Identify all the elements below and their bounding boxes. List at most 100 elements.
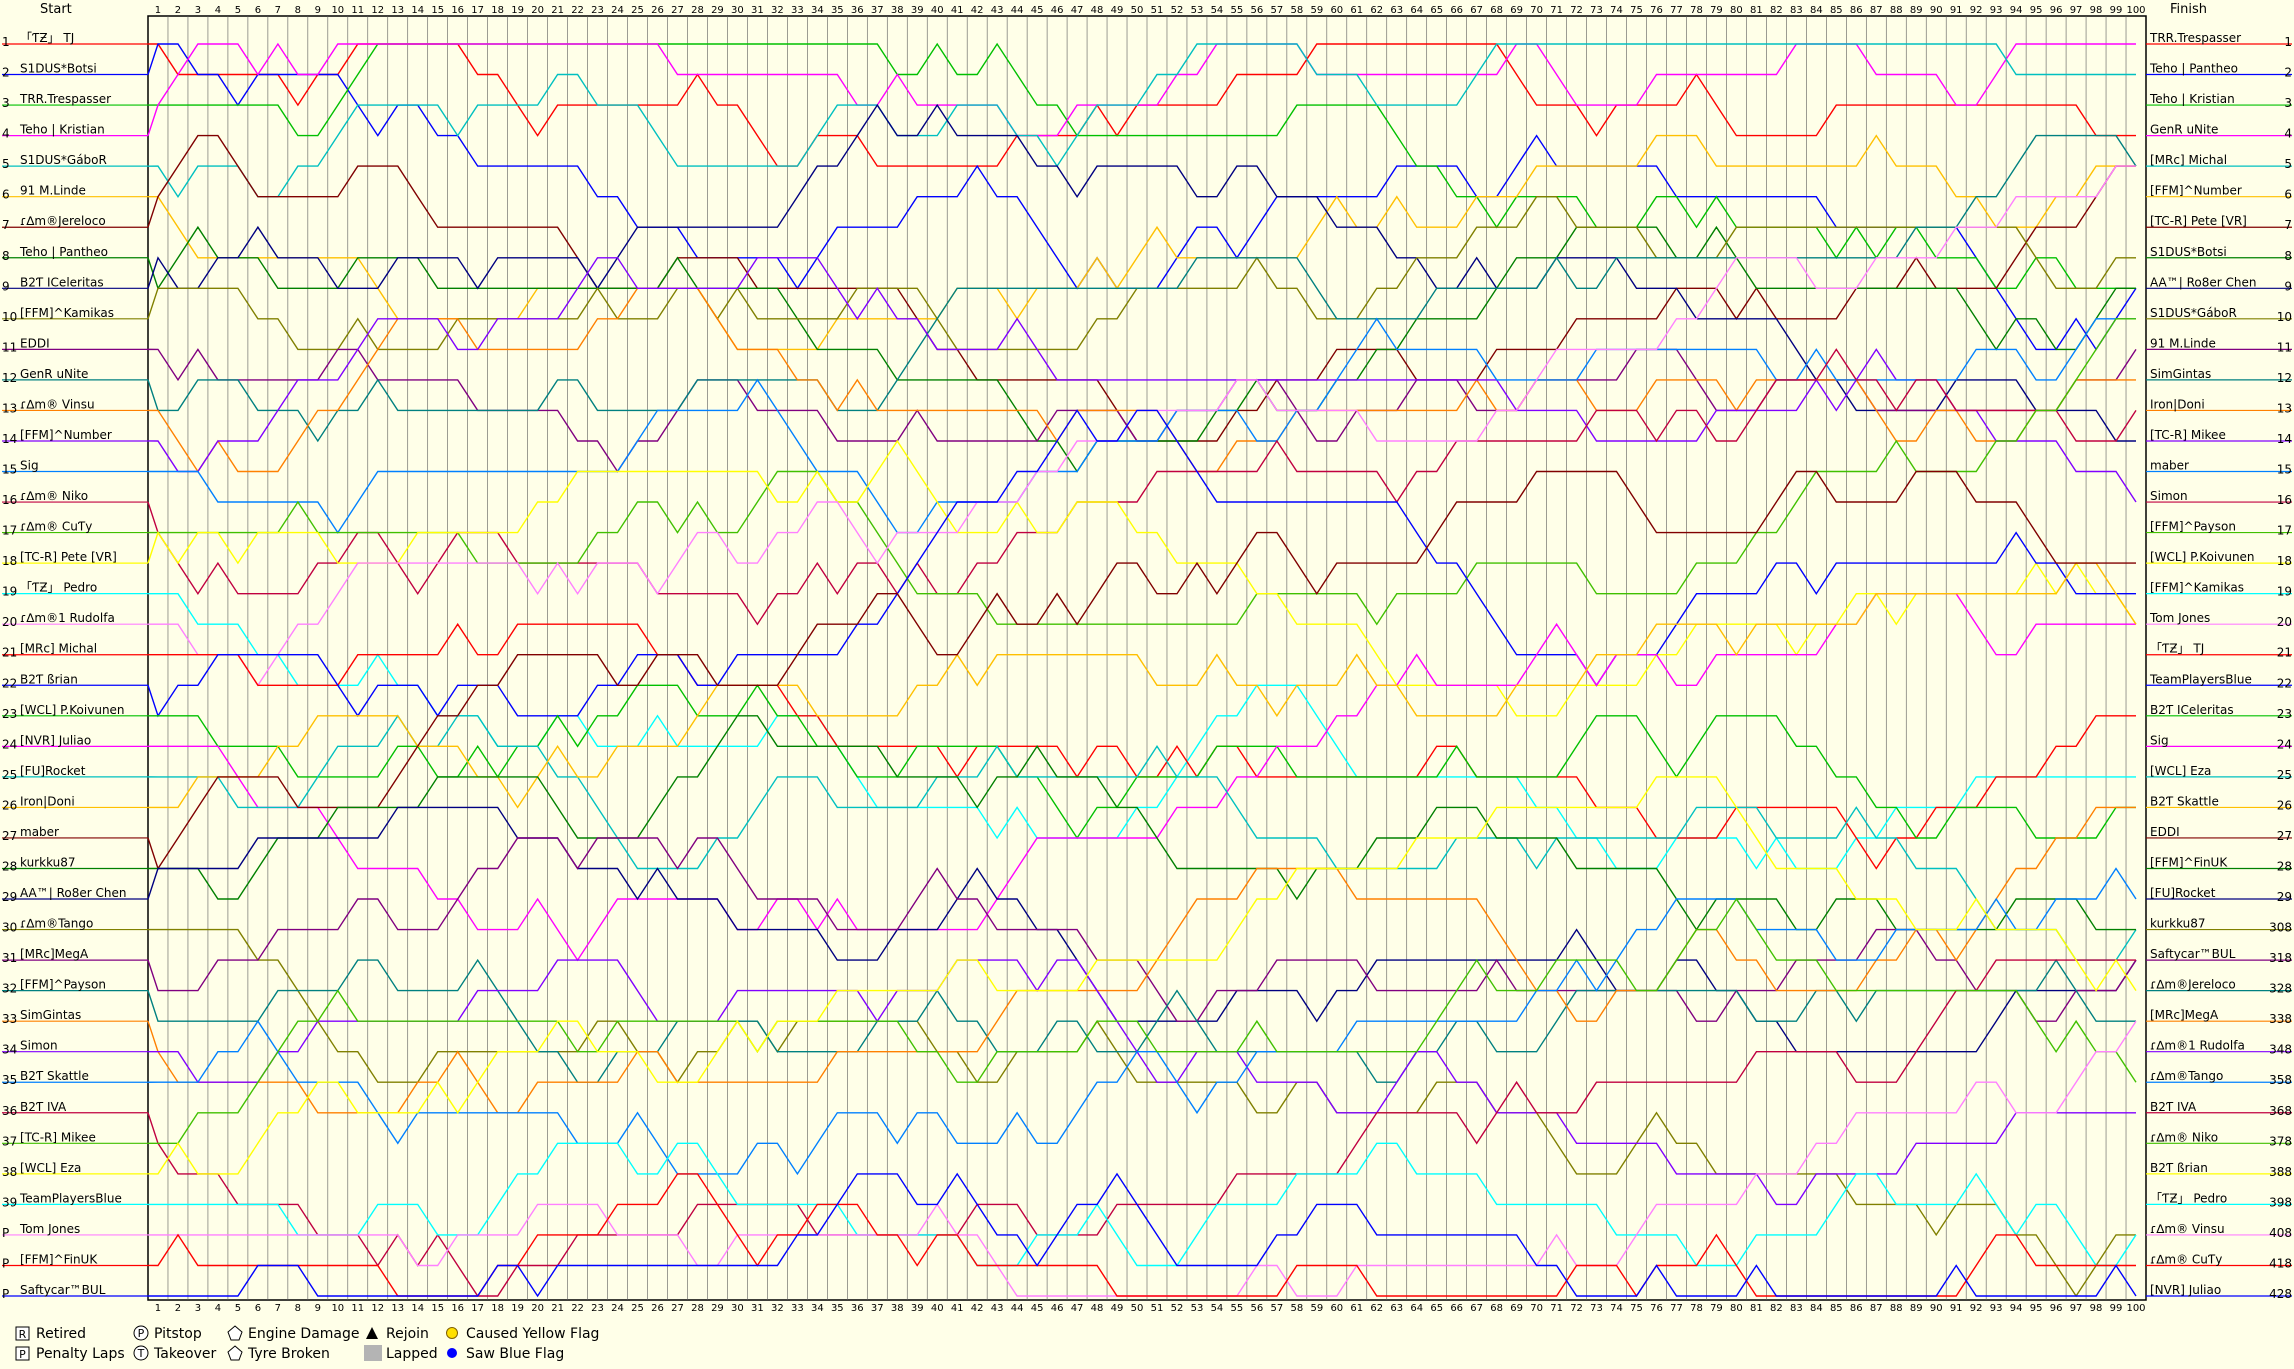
lap-tick-top: 42 (971, 5, 984, 16)
start-position: P (2, 1226, 9, 1240)
lap-tick-top: 50 (1131, 5, 1144, 16)
start-position: 20 (2, 615, 17, 629)
lap-tick-top: 75 (1630, 5, 1643, 16)
lap-tick-top: 47 (1071, 5, 1084, 16)
lap-tick-top: 30 (731, 5, 744, 16)
lap-tick-bottom: 38 (891, 1303, 904, 1314)
finish-position: 10 (2277, 310, 2292, 324)
lap-tick-bottom: 16 (451, 1303, 464, 1314)
lap-tick-bottom: 17 (471, 1303, 484, 1314)
lap-tick-bottom: 97 (2070, 1303, 2083, 1314)
finish-driver-name: kurkku87 (2150, 917, 2206, 931)
lap-tick-bottom: 8 (295, 1303, 301, 1314)
lap-tick-top: 98 (2090, 5, 2103, 16)
lap-tick-bottom: 90 (1930, 1303, 1943, 1314)
finish-position: 408 (2269, 1226, 2292, 1240)
start-position: 17 (2, 524, 17, 538)
lap-tick-bottom: 79 (1710, 1303, 1723, 1314)
lap-tick-bottom: 52 (1171, 1303, 1184, 1314)
legend-label: Pitstop (154, 1326, 202, 1342)
start-driver-name: maber (20, 825, 59, 839)
lap-tick-top: 4 (215, 5, 221, 16)
lap-tick-bottom: 11 (351, 1303, 364, 1314)
start-position: 22 (2, 676, 17, 690)
lap-tick-bottom: 28 (691, 1303, 704, 1314)
finish-driver-name: ɾ∆m®Tango (2150, 1069, 2223, 1083)
finish-driver-name: [MRc]MegA (2150, 1008, 2219, 1022)
start-driver-name: 「ƬƵ」 TJ (20, 31, 74, 45)
lap-tick-top: 38 (891, 5, 904, 16)
finish-position: 18 (2277, 554, 2292, 568)
lap-tick-bottom: 21 (551, 1303, 564, 1314)
start-driver-name: [FFM]^Kamikas (20, 306, 114, 320)
finish-position: 26 (2277, 798, 2292, 812)
legend-letter-icon: T (137, 1347, 145, 1360)
finish-position: 19 (2277, 585, 2292, 599)
finish-position: 2 (2284, 66, 2292, 80)
finish-position: 25 (2277, 768, 2292, 782)
finish-driver-name: ɾ∆m®1 Rudolfa (2150, 1039, 2245, 1053)
start-position: P (2, 1287, 9, 1301)
lap-tick-bottom: 23 (591, 1303, 604, 1314)
finish-driver-name: B2Ƭ ßrian (2150, 1161, 2208, 1175)
lap-tick-top: 6 (255, 5, 261, 16)
start-header: Start (40, 2, 72, 17)
finish-driver-name: 「ƬƵ」 Pedro (2150, 1191, 2227, 1205)
chart-svg: Start Finish 112233445566778899101011111… (2, 2, 2292, 1362)
lap-tick-top: 20 (531, 5, 544, 16)
start-driver-name: B2Ƭ Skattle (20, 1069, 89, 1083)
lap-tick-bottom: 44 (1011, 1303, 1024, 1314)
lap-tick-top: 48 (1091, 5, 1104, 16)
lap-tick-bottom: 9 (315, 1303, 321, 1314)
lap-tick-bottom: 75 (1630, 1303, 1643, 1314)
lap-tick-bottom: 47 (1071, 1303, 1084, 1314)
finish-position: 27 (2277, 829, 2292, 843)
lap-tick-bottom: 33 (791, 1303, 804, 1314)
start-position: 16 (2, 493, 17, 507)
lap-tick-top: 80 (1730, 5, 1743, 16)
finish-driver-name: S1DUS*Botsi (2150, 245, 2227, 259)
finish-position: 1 (2284, 35, 2292, 49)
start-position: 27 (2, 829, 17, 843)
finish-position: 388 (2269, 1165, 2292, 1179)
finish-driver-name: Tom Jones (2149, 611, 2210, 625)
lap-tick-bottom: 78 (1690, 1303, 1703, 1314)
lap-tick-bottom: 70 (1530, 1303, 1543, 1314)
lap-tick-top: 55 (1231, 5, 1244, 16)
finish-driver-name: B2Ƭ ICeleritas (2150, 703, 2234, 717)
lap-tick-top: 60 (1330, 5, 1343, 16)
lap-tick-top: 59 (1310, 5, 1323, 16)
lap-tick-top: 21 (551, 5, 564, 16)
finish-position: 398 (2269, 1195, 2292, 1209)
lap-tick-bottom: 24 (611, 1303, 624, 1314)
lapped-swatch (364, 1345, 382, 1361)
finish-driver-name: S1DUS*GáboR (2150, 306, 2237, 320)
lap-tick-top: 37 (871, 5, 884, 16)
lap-tick-bottom: 69 (1510, 1303, 1523, 1314)
lap-tick-bottom: 61 (1350, 1303, 1363, 1314)
lap-tick-bottom: 41 (951, 1303, 964, 1314)
lap-tick-top: 91 (1950, 5, 1963, 16)
start-position: 29 (2, 890, 17, 904)
lap-tick-bottom: 56 (1251, 1303, 1264, 1314)
lap-tick-top: 99 (2110, 5, 2123, 16)
start-driver-name: SimGintas (20, 1008, 81, 1022)
start-driver-name: Saftycar™BUL (20, 1283, 106, 1297)
finish-position: 11 (2277, 340, 2292, 354)
finish-position: 6 (2284, 188, 2292, 202)
start-position: 34 (2, 1043, 17, 1057)
lap-tick-bottom: 27 (671, 1303, 684, 1314)
lap-tick-top: 3 (195, 5, 201, 16)
start-driver-name: ɾ∆m® CuƬy (20, 520, 92, 534)
lap-tick-top: 53 (1191, 5, 1204, 16)
lap-tick-bottom: 29 (711, 1303, 724, 1314)
lap-tick-top: 73 (1590, 5, 1603, 16)
start-driver-name: Tom Jones (19, 1222, 80, 1236)
lap-tick-bottom: 98 (2090, 1303, 2103, 1314)
finish-position: 338 (2269, 1012, 2292, 1026)
engine-damage-icon (227, 1325, 243, 1341)
start-position: 32 (2, 982, 17, 996)
start-labels: 1 「ƬƵ」 TJ 2 S1DUS*Botsi 3 TRR.Trespasser 4 Teho… (2, 31, 127, 1301)
lap-tick-top: 33 (791, 5, 804, 16)
start-position: 10 (2, 310, 17, 324)
